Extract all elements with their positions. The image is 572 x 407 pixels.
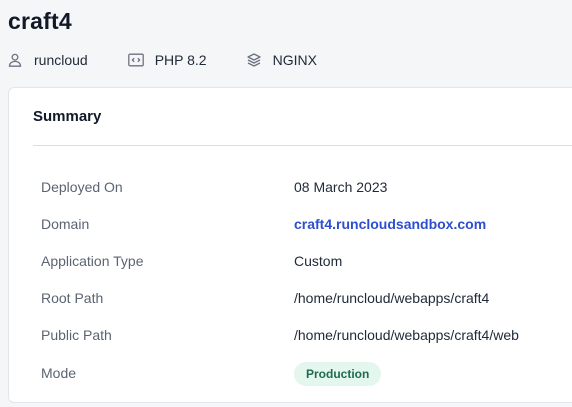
meta-php-label: PHP 8.2 [154,52,207,68]
meta-user-label: runcloud [34,52,88,68]
mode-status-badge: Production [294,362,382,386]
deployed-on-label: Deployed On [41,178,123,195]
deployed-on-value: 08 March 2023 [294,178,388,195]
summary-row-domain: Domain craft4.runcloudsandbox.com [41,205,572,242]
summary-card: Summary Deployed On 08 March 2023 Domain… [8,87,572,403]
domain-label: Domain [41,215,90,232]
public-path-label: Public Path [41,326,112,343]
summary-row-app-type: Application Type Custom [41,242,572,279]
app-type-value: Custom [294,252,343,269]
root-path-value: /home/runcloud/webapps/craft4 [294,289,490,306]
user-icon [8,53,22,67]
meta-user: runcloud [8,52,88,68]
meta-server-label: NGINX [272,52,317,68]
code-window-icon [127,53,144,67]
meta-php: PHP 8.2 [127,52,207,68]
mode-label: Mode [41,365,77,381]
page-title: craft4 [8,8,72,34]
meta-server: NGINX [246,52,317,68]
summary-row-root-path: Root Path /home/runcloud/webapps/craft4 [41,279,572,316]
app-type-label: Application Type [41,252,144,269]
summary-row-public-path: Public Path /home/runcloud/webapps/craft… [41,316,572,353]
public-path-value: /home/runcloud/webapps/craft4/web [294,326,519,343]
summary-row-deployed-on: Deployed On 08 March 2023 [41,168,572,205]
stack-layers-icon [246,53,261,67]
summary-divider [33,145,572,146]
summary-title: Summary [33,108,102,125]
summary-row-mode: Mode Production [41,353,572,393]
domain-link[interactable]: craft4.runcloudsandbox.com [294,216,486,232]
summary-rows: Deployed On 08 March 2023 Domain craft4.… [41,168,572,393]
app-meta-row: runcloud PHP 8.2 NGINX [8,50,317,70]
root-path-label: Root Path [41,289,104,306]
app-detail-page: craft4 runcloud PHP 8.2 NGINX Summary De… [0,0,572,407]
